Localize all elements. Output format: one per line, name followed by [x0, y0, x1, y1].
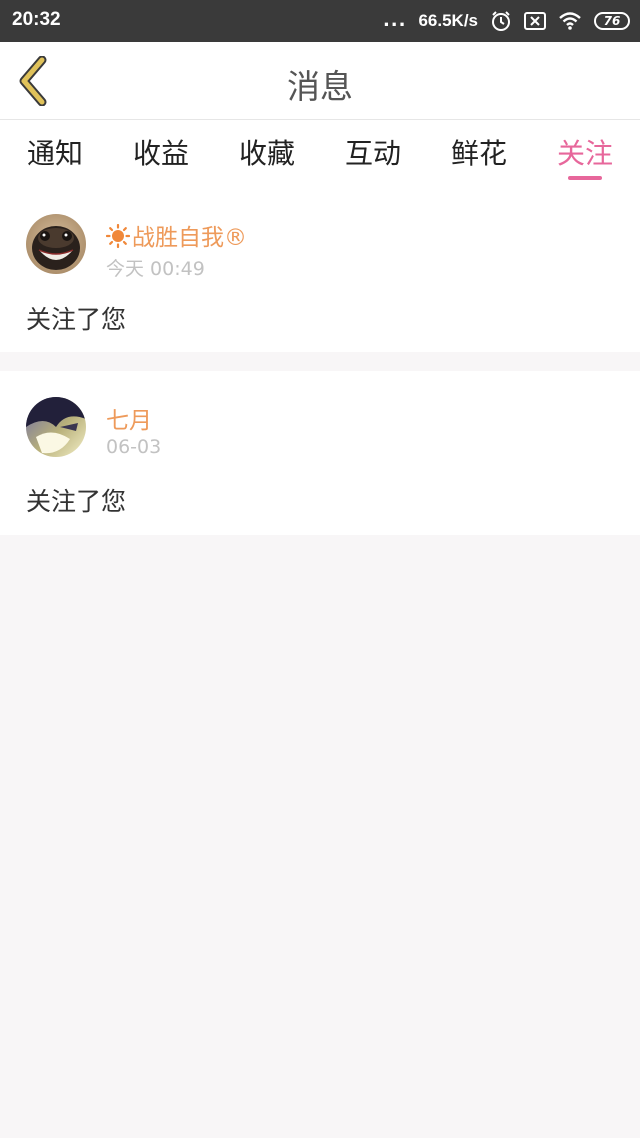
status-time: 20:32: [12, 9, 61, 30]
tab-earnings[interactable]: 收益: [108, 132, 214, 172]
header: 消息: [0, 42, 640, 120]
avatar[interactable]: [26, 397, 86, 457]
tab-flowers[interactable]: 鲜花: [426, 132, 532, 172]
tab-bar: 通知 收益 收藏 互动 鲜花 关注: [0, 120, 640, 190]
message-text: 关注了您: [26, 487, 127, 516]
status-bar: 20:32 ... 66.5K/s 76: [0, 0, 640, 42]
sun-icon: [106, 224, 130, 248]
anime-avatar: [26, 397, 86, 457]
wifi-icon: [558, 11, 582, 31]
battery-icon: 76: [594, 12, 630, 30]
page-title: 消息: [287, 67, 353, 106]
tab-favorites[interactable]: 收藏: [214, 132, 320, 172]
avatar[interactable]: [26, 214, 86, 274]
timestamp: 06-03: [106, 436, 162, 458]
username[interactable]: 战胜自我®: [106, 218, 247, 252]
tab-following[interactable]: 关注: [532, 132, 638, 172]
notification-item[interactable]: 战胜自我® 今天 00:49 关注了您: [0, 190, 640, 352]
tab-interactions[interactable]: 互动: [320, 132, 426, 172]
tab-notifications[interactable]: 通知: [2, 132, 108, 172]
sim-off-icon: [524, 11, 546, 31]
username-text: 战胜自我®: [132, 225, 247, 251]
network-speed: 66.5K/s: [418, 11, 478, 30]
status-dots: ...: [382, 10, 407, 31]
status-icons: ... 66.5K/s 76: [383, 8, 630, 34]
username[interactable]: 七月: [106, 401, 152, 435]
notification-item[interactable]: 七月 06-03 关注了您: [0, 371, 640, 535]
timestamp: 今天 00:49: [106, 258, 205, 280]
active-tab-indicator: [568, 176, 602, 180]
alarm-icon: [490, 10, 512, 32]
pug-avatar: [26, 214, 86, 274]
message-text: 关注了您: [26, 305, 127, 334]
